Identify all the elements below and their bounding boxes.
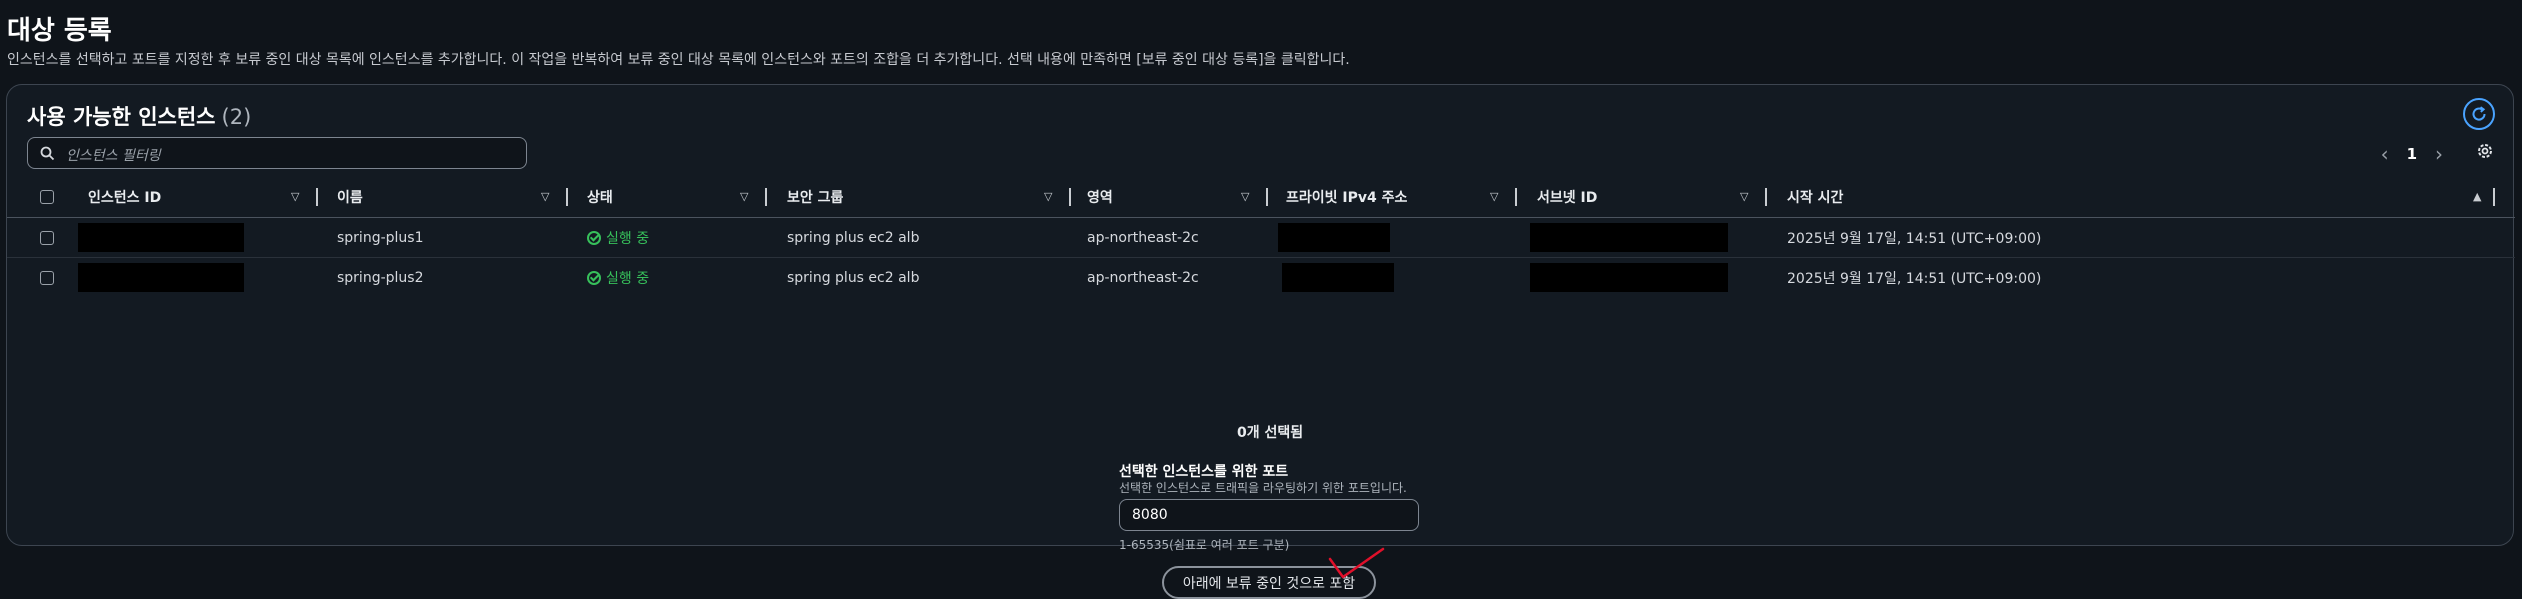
refresh-icon	[2472, 106, 2486, 121]
column-divider[interactable]	[1515, 188, 1517, 206]
column-divider[interactable]	[316, 188, 318, 206]
instance-name: spring-plus1	[337, 229, 424, 246]
redacted-subnet-id	[1530, 223, 1728, 252]
chevron-right-icon[interactable]: ›	[2435, 142, 2443, 166]
security-group: spring plus ec2 alb	[787, 269, 920, 286]
selected-count: 0개 선택됨	[1237, 425, 1304, 441]
column-header-launch-time[interactable]: 시작 시간	[1787, 177, 1843, 217]
check-circle-icon	[587, 230, 601, 245]
refresh-button[interactable]	[2463, 98, 2495, 130]
status-badge: 실행 중	[587, 218, 649, 257]
red-checkmark-annotation	[1328, 547, 1385, 579]
column-header-status[interactable]: 상태	[587, 177, 613, 217]
column-divider[interactable]	[765, 188, 767, 206]
page-title: 대상 등록	[7, 16, 112, 46]
search-icon	[40, 146, 55, 161]
available-instances-panel: 사용 가능한 인스턴스(2) 인스턴스 필터링 ‹ 1 › 인스턴스 ID ▽	[6, 84, 2515, 599]
pagination: ‹ 1 ›	[2381, 142, 2443, 166]
launch-time: 2025년 9월 17일, 14:51 (UTC+09:00)	[1787, 230, 2042, 247]
port-input[interactable]: 8080	[1119, 499, 1419, 531]
security-group: spring plus ec2 alb	[787, 229, 920, 246]
redacted-instance-id	[78, 223, 244, 252]
port-label: 선택한 인스턴스를 위한 포트	[1119, 464, 1289, 480]
column-divider[interactable]	[1266, 188, 1268, 206]
row-checkbox[interactable]	[40, 258, 54, 297]
column-header-zone[interactable]: 영역	[1087, 177, 1113, 217]
sort-icon[interactable]: ▽	[541, 190, 549, 203]
status-badge: 실행 중	[587, 258, 649, 297]
launch-time: 2025년 9월 17일, 14:51 (UTC+09:00)	[1787, 270, 2042, 287]
table-settings-button[interactable]	[2475, 141, 2495, 165]
port-hint: 1-65535(쉼표로 여러 포트 구분)	[1119, 538, 1290, 552]
status-text: 실행 중	[606, 230, 650, 247]
panel-title-text: 사용 가능한 인스턴스	[27, 105, 216, 129]
table-row[interactable]: spring-plus2 실행 중 spring plus ec2 alb ap…	[7, 258, 2515, 297]
table-header: 인스턴스 ID ▽ 이름 ▽ 상태 ▽ 보안 그룹 ▽ 영역 ▽ 프라이빗 IP…	[7, 177, 2515, 218]
availability-zone: ap-northeast-2c	[1087, 269, 1199, 286]
sort-icon[interactable]: ▽	[1044, 190, 1052, 203]
column-header-private-ip[interactable]: 프라이빗 IPv4 주소	[1286, 177, 1407, 217]
status-text: 실행 중	[606, 270, 650, 287]
page-description: 인스턴스를 선택하고 포트를 지정한 후 보류 중인 대상 목록에 인스턴스를 …	[7, 52, 1350, 68]
column-header-subnet-id[interactable]: 서브넷 ID	[1537, 177, 1597, 217]
gear-icon	[2478, 144, 2492, 158]
instance-name: spring-plus2	[337, 269, 424, 286]
table-row[interactable]: spring-plus1 실행 중 spring plus ec2 alb ap…	[7, 218, 2515, 258]
sort-icon[interactable]: ▽	[1740, 190, 1748, 203]
page-number[interactable]: 1	[2407, 145, 2417, 163]
column-header-instance-id[interactable]: 인스턴스 ID	[88, 177, 161, 217]
redacted-instance-id	[78, 263, 244, 292]
check-circle-icon	[587, 270, 601, 285]
select-all-checkbox[interactable]	[40, 177, 54, 217]
column-divider[interactable]	[1069, 188, 1071, 206]
sort-icon[interactable]: ▽	[1490, 190, 1498, 203]
instance-filter-input[interactable]: 인스턴스 필터링	[27, 137, 527, 169]
sort-icon[interactable]: ▽	[740, 190, 748, 203]
column-divider[interactable]	[2493, 188, 2495, 206]
redacted-subnet-id	[1530, 263, 1728, 292]
row-checkbox[interactable]	[40, 218, 54, 257]
column-divider[interactable]	[1765, 188, 1767, 206]
sort-icon[interactable]: ▽	[291, 190, 299, 203]
column-divider[interactable]	[566, 188, 568, 206]
search-placeholder: 인스턴스 필터링	[66, 148, 161, 164]
instances-table: 인스턴스 ID ▽ 이름 ▽ 상태 ▽ 보안 그룹 ▽ 영역 ▽ 프라이빗 IP…	[7, 177, 2515, 297]
column-header-security-group[interactable]: 보안 그룹	[787, 177, 843, 217]
availability-zone: ap-northeast-2c	[1087, 229, 1199, 246]
panel-title: 사용 가능한 인스턴스 (2)	[27, 101, 251, 131]
sort-ascending-icon[interactable]: ▲	[2473, 190, 2481, 203]
chevron-left-icon[interactable]: ‹	[2381, 142, 2389, 166]
redacted-private-ip	[1282, 263, 1394, 292]
column-header-name[interactable]: 이름	[337, 177, 363, 217]
redacted-private-ip	[1278, 223, 1390, 252]
sort-icon[interactable]: ▽	[1241, 190, 1249, 203]
port-description: 선택한 인스턴스로 트래픽을 라우팅하기 위한 포트입니다.	[1119, 481, 1407, 495]
instance-count: (2)	[221, 105, 252, 129]
